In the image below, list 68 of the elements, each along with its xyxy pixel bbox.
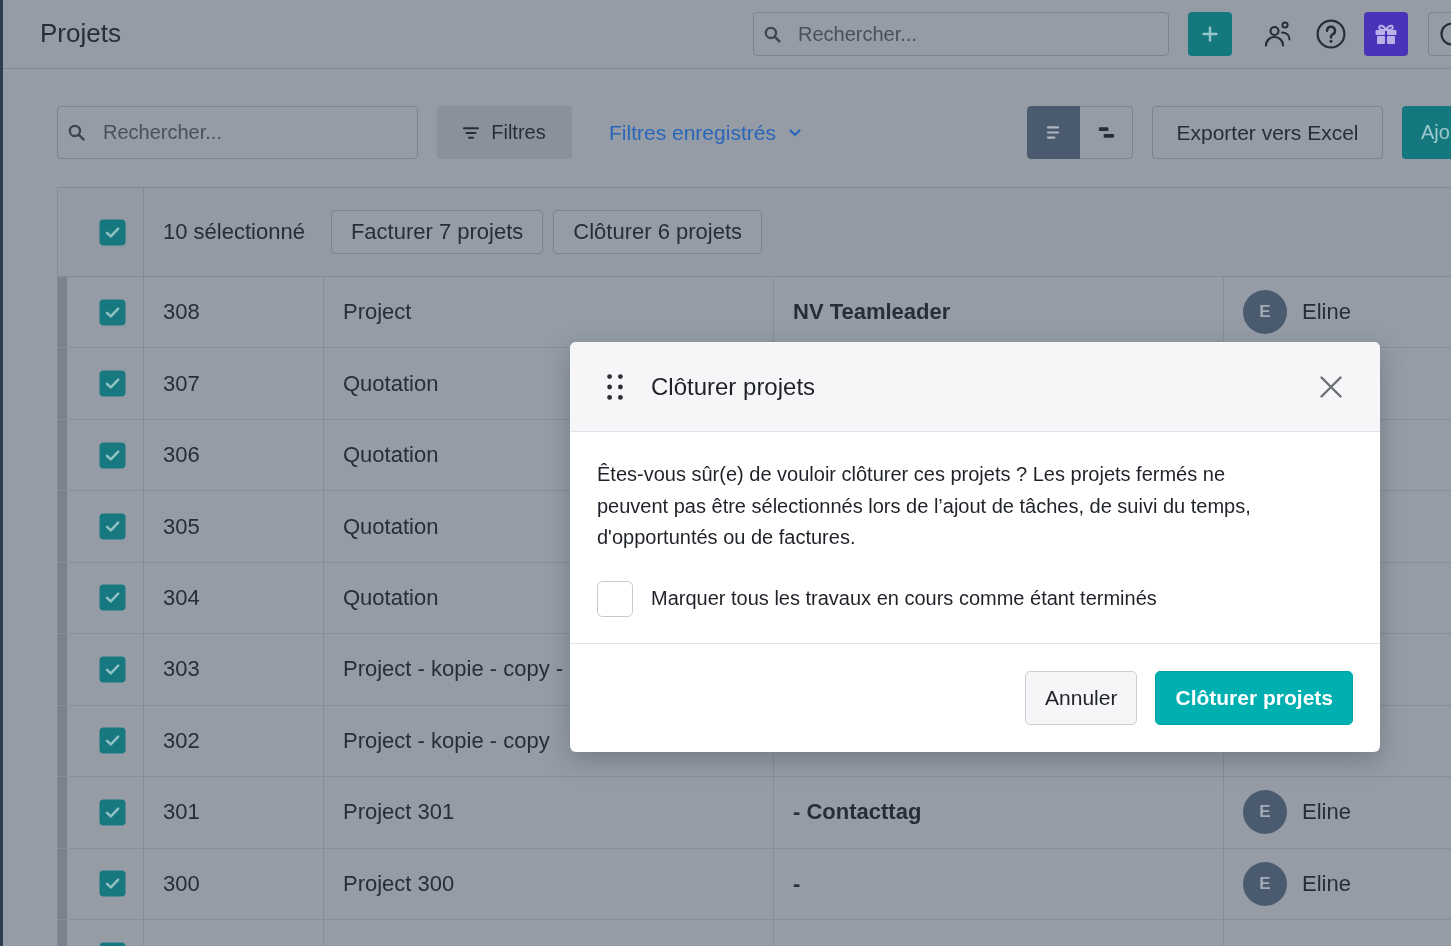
add-button[interactable] — [1188, 12, 1232, 56]
gift-button[interactable] — [1364, 12, 1408, 56]
project-name[interactable]: Quotation — [343, 584, 439, 611]
row-checkbox[interactable] — [99, 655, 126, 683]
project-number: 307 — [163, 370, 200, 397]
search-icon — [764, 25, 781, 43]
project-name[interactable]: Quotation — [343, 442, 439, 469]
row-checkbox[interactable] — [99, 370, 126, 398]
export-button[interactable]: Exporter vers Excel — [1152, 106, 1383, 159]
row-checkbox[interactable] — [99, 727, 126, 755]
user-name: Eline — [1302, 870, 1351, 897]
project-name[interactable]: Project - kopie - copy - — [343, 656, 564, 683]
dialog-message: Êtes-vous sûr(e) de vouloir clôturer ces projets ? Les projets fermés ne peuvent pas être sélectionnés lors de l’ajout de tâches, de suivi du temps, d'opportuntés ou de factures. — [597, 462, 1252, 550]
page-title: Projets — [40, 18, 121, 50]
select-all-checkbox[interactable] — [99, 218, 126, 246]
row-checkbox[interactable] — [99, 798, 126, 826]
selection-count: 10 sélectionné — [163, 219, 305, 245]
project-name[interactable]: Project - kopie - copy — [343, 727, 550, 754]
cancel-button[interactable]: Annuler — [1025, 670, 1138, 725]
gift-icon — [1374, 23, 1398, 45]
row-checkbox[interactable] — [99, 298, 126, 326]
table-cell: NV Teamleader — [793, 299, 951, 326]
project-number: 302 — [163, 727, 200, 754]
project-number: 303 — [163, 656, 200, 683]
project-name[interactable]: Project 300 — [343, 870, 455, 897]
checkbox-label[interactable]: Marquer tous les travaux en cours comme étant terminés — [651, 587, 1157, 610]
confirm-button[interactable]: Clôturer projets — [1155, 670, 1353, 725]
user-avatar: E — [1243, 290, 1287, 335]
project-number: 305 — [163, 513, 200, 540]
project-number: 304 — [163, 584, 200, 611]
user-avatar: E — [1243, 861, 1287, 906]
project-name[interactable]: Project 301 — [343, 799, 455, 826]
list-icon — [1045, 126, 1062, 139]
bulk-action-button[interactable]: Facturer 7 projets — [330, 210, 544, 254]
drag-handle-icon[interactable] — [607, 373, 623, 400]
close-icon[interactable] — [1320, 375, 1342, 398]
table-cell: - Contacttag — [793, 799, 922, 826]
user-name: Eline — [1302, 799, 1351, 826]
search-field[interactable]: Rechercher... — [753, 12, 1169, 56]
project-number: 308 — [163, 299, 200, 326]
project-number: 300 — [163, 870, 200, 897]
row-checkbox[interactable] — [99, 513, 126, 541]
filter-icon — [463, 126, 480, 139]
list-view-button[interactable] — [1027, 106, 1080, 159]
project-number: 301 — [163, 799, 200, 826]
filters-button[interactable]: Filtres — [437, 106, 572, 159]
help-icon[interactable] — [1316, 19, 1346, 49]
row-checkbox[interactable] — [99, 870, 126, 898]
row-checkbox[interactable] — [99, 441, 126, 469]
plus-icon — [1202, 26, 1218, 42]
project-name[interactable]: Quotation — [343, 370, 439, 397]
user-name: Eline — [1302, 299, 1351, 326]
chevron-down-icon — [788, 128, 801, 137]
checkbox[interactable] — [597, 580, 633, 617]
search-field[interactable]: Rechercher... — [57, 106, 418, 159]
timeline-icon — [1097, 126, 1115, 139]
table-cell: - — [793, 870, 801, 897]
user-avatar: E — [1243, 790, 1287, 835]
dialog-title: Clôturer projets — [651, 372, 816, 401]
add-button[interactable]: Ajo — [1402, 106, 1451, 159]
project-name[interactable]: Project — [343, 299, 412, 326]
project-name[interactable]: Quotation — [343, 513, 439, 540]
bulk-action-button[interactable]: Clôturer 6 projets — [553, 210, 763, 254]
search-icon — [68, 124, 85, 141]
project-number: 306 — [163, 442, 200, 469]
timeline-view-button[interactable] — [1080, 106, 1133, 159]
row-checkbox[interactable] — [99, 584, 126, 612]
people-icon[interactable] — [1264, 21, 1292, 47]
